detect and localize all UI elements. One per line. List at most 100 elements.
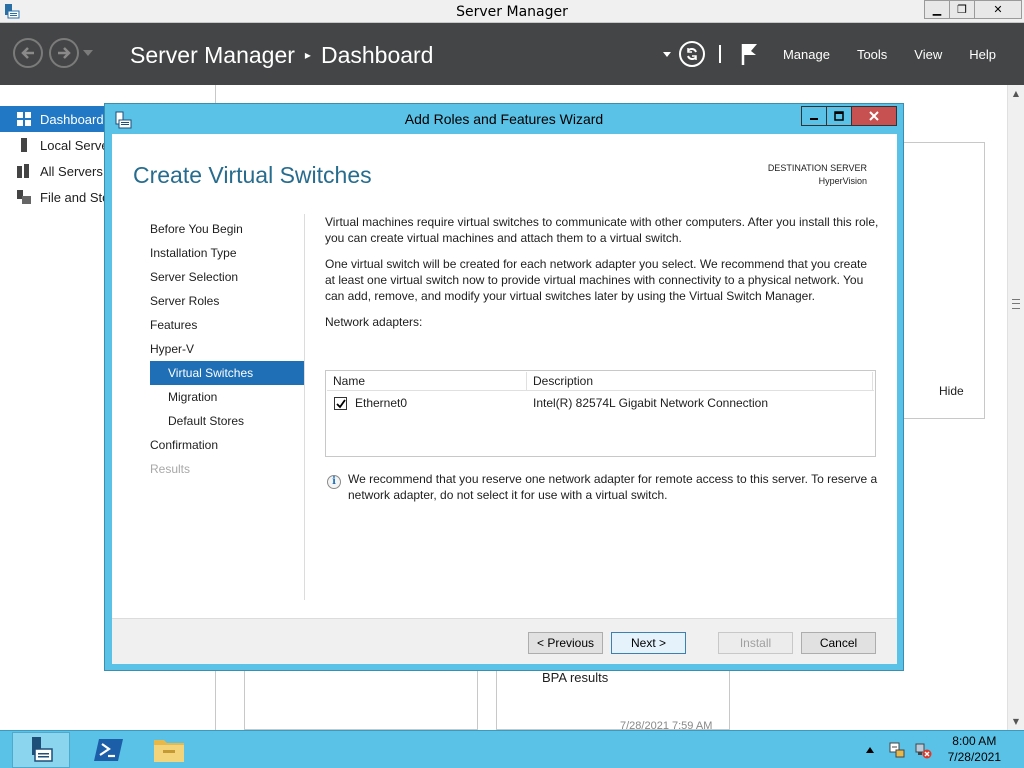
taskbar-server-manager[interactable] <box>12 732 70 768</box>
wizard-minimize-button[interactable] <box>801 106 827 126</box>
window-titlebar: Server Manager ▁ ❐ ✕ <box>0 0 1024 23</box>
dashboard-icon <box>17 112 31 126</box>
step-server-selection[interactable]: Server Selection <box>150 265 305 289</box>
forward-arrow-icon <box>58 47 71 59</box>
refresh-dropdown-icon[interactable] <box>662 51 671 57</box>
wizard-title: Add Roles and Features Wizard <box>404 111 604 127</box>
destination-server-name: HyperVision <box>818 176 867 186</box>
column-header-description[interactable]: Description <box>527 372 873 391</box>
powershell-icon <box>94 739 123 761</box>
taskbar-file-explorer[interactable] <box>140 732 198 768</box>
wizard-footer: < Previous Next > Install Cancel <box>112 618 897 664</box>
next-button[interactable]: Next > <box>611 632 686 654</box>
show-hidden-icons-icon[interactable] <box>866 747 874 753</box>
clock-date: 7/28/2021 <box>947 750 1001 764</box>
scroll-thumb[interactable] <box>1012 299 1020 309</box>
bpa-timestamp: 7/28/2021 7:59 AM <box>620 720 713 730</box>
list-item[interactable]: Ethernet0 Intel(R) 82574L Gigabit Networ… <box>327 395 874 413</box>
step-results: Results <box>150 462 191 476</box>
menu-view[interactable]: View <box>914 47 942 62</box>
destination-server: DESTINATION SERVER HyperVision <box>768 162 867 188</box>
dashboard-tile-left <box>244 668 478 730</box>
minimize-button[interactable]: ▁ <box>924 0 950 19</box>
network-disconnected-icon[interactable] <box>914 741 932 759</box>
step-migration[interactable]: Migration <box>150 385 305 409</box>
steps-divider <box>304 214 305 600</box>
wizard-steps: Before You Begin Installation Type Serve… <box>150 217 305 481</box>
welcome-tile <box>903 142 985 419</box>
step-confirmation[interactable]: Confirmation <box>150 433 305 457</box>
restore-button[interactable]: ❐ <box>949 0 975 19</box>
step-before-you-begin[interactable]: Before You Begin <box>150 217 305 241</box>
scroll-up-arrow-icon[interactable]: ▲ <box>1008 85 1024 102</box>
header-divider <box>718 45 721 63</box>
breadcrumb: Server Manager ▸ Dashboard <box>130 42 433 69</box>
close-button[interactable]: ✕ <box>974 0 1022 19</box>
step-virtual-switches[interactable]: Virtual Switches <box>150 361 305 385</box>
info-note-text: We recommend that you reserve one networ… <box>348 472 878 502</box>
cancel-button[interactable]: Cancel <box>801 632 876 654</box>
install-button: Install <box>718 632 793 654</box>
wizard-close-button[interactable] <box>851 106 897 126</box>
breadcrumb-page: Dashboard <box>320 42 434 68</box>
sidebar-item-label: All Servers <box>40 163 103 179</box>
window-title: Server Manager <box>456 4 568 20</box>
refresh-button[interactable] <box>678 41 705 67</box>
menu-manage[interactable]: Manage <box>783 47 830 62</box>
servers-icon <box>17 164 29 178</box>
adapter-name: Ethernet0 <box>355 396 408 410</box>
page-title: Create Virtual Switches <box>133 162 372 188</box>
add-roles-wizard-dialog: Add Roles and Features Wizard Create Vir… <box>104 103 904 671</box>
destination-server-label: DESTINATION SERVER <box>767 163 867 173</box>
vertical-scrollbar[interactable]: ▲ ▼ <box>1007 85 1024 730</box>
refresh-icon <box>687 48 697 60</box>
column-header-name[interactable]: Name <box>327 372 527 391</box>
file-explorer-icon <box>154 740 184 762</box>
server-icon <box>21 138 27 152</box>
back-arrow-icon <box>21 47 34 59</box>
network-adapters-list[interactable]: Name Description Ethernet0 Intel(R) 8257… <box>325 370 876 457</box>
scroll-down-arrow-icon[interactable]: ▼ <box>1008 713 1024 730</box>
clock[interactable]: 8:00 AM 7/28/2021 <box>948 733 1001 765</box>
maximize-icon <box>834 111 844 121</box>
step-default-stores[interactable]: Default Stores <box>150 409 305 433</box>
wizard-maximize-button[interactable] <box>826 106 852 126</box>
step-features[interactable]: Features <box>150 313 305 337</box>
history-dropdown-icon[interactable] <box>83 50 93 56</box>
back-button[interactable] <box>13 38 43 68</box>
intro-paragraph: Virtual machines require virtual switche… <box>325 215 879 245</box>
sidebar-item-label: Dashboard <box>40 111 104 127</box>
checkmark-icon <box>335 398 346 408</box>
breadcrumb-separator: ▸ <box>304 48 311 62</box>
wizard-body: Create Virtual Switches DESTINATION SERV… <box>112 134 897 664</box>
menu-tools[interactable]: Tools <box>857 47 887 62</box>
taskbar: 8:00 AM 7/28/2021 <box>0 730 1024 768</box>
adapter-checkbox[interactable] <box>334 397 347 410</box>
network-adapters-label: Network adapters: <box>325 315 423 329</box>
wizard-main-content: Virtual machines require virtual switche… <box>325 214 880 330</box>
adapter-description: Intel(R) 82574L Gigabit Network Connecti… <box>533 396 769 410</box>
clock-time: 8:00 AM <box>952 734 997 748</box>
system-tray <box>866 741 932 759</box>
menu-help[interactable]: Help <box>969 47 996 62</box>
bpa-results-label: BPA results <box>542 670 609 685</box>
step-hyper-v[interactable]: Hyper-V <box>150 337 305 361</box>
sidebar-item-label: Local Server <box>40 137 113 153</box>
close-icon <box>869 111 879 121</box>
forward-button[interactable] <box>49 38 79 68</box>
list-header: Name Description <box>327 372 874 391</box>
step-server-roles[interactable]: Server Roles <box>150 289 305 313</box>
minimize-icon <box>810 118 818 120</box>
storage-icon <box>17 190 31 204</box>
info-note: i We recommend that you reserve one netw… <box>325 471 880 503</box>
detail-paragraph: One virtual switch will be created for e… <box>325 257 868 303</box>
server-manager-icon <box>32 737 53 762</box>
notifications-flag-icon[interactable] <box>741 43 759 65</box>
server-manager-header: Server Manager ▸ Dashboard Manage Tools Vi… <box>0 23 1024 85</box>
action-center-flag-icon[interactable] <box>888 741 906 759</box>
previous-button[interactable]: < Previous <box>528 632 603 654</box>
info-icon: i <box>327 475 341 489</box>
taskbar-powershell[interactable] <box>80 732 138 768</box>
step-installation-type[interactable]: Installation Type <box>150 241 305 265</box>
hide-link[interactable]: Hide <box>939 384 964 398</box>
